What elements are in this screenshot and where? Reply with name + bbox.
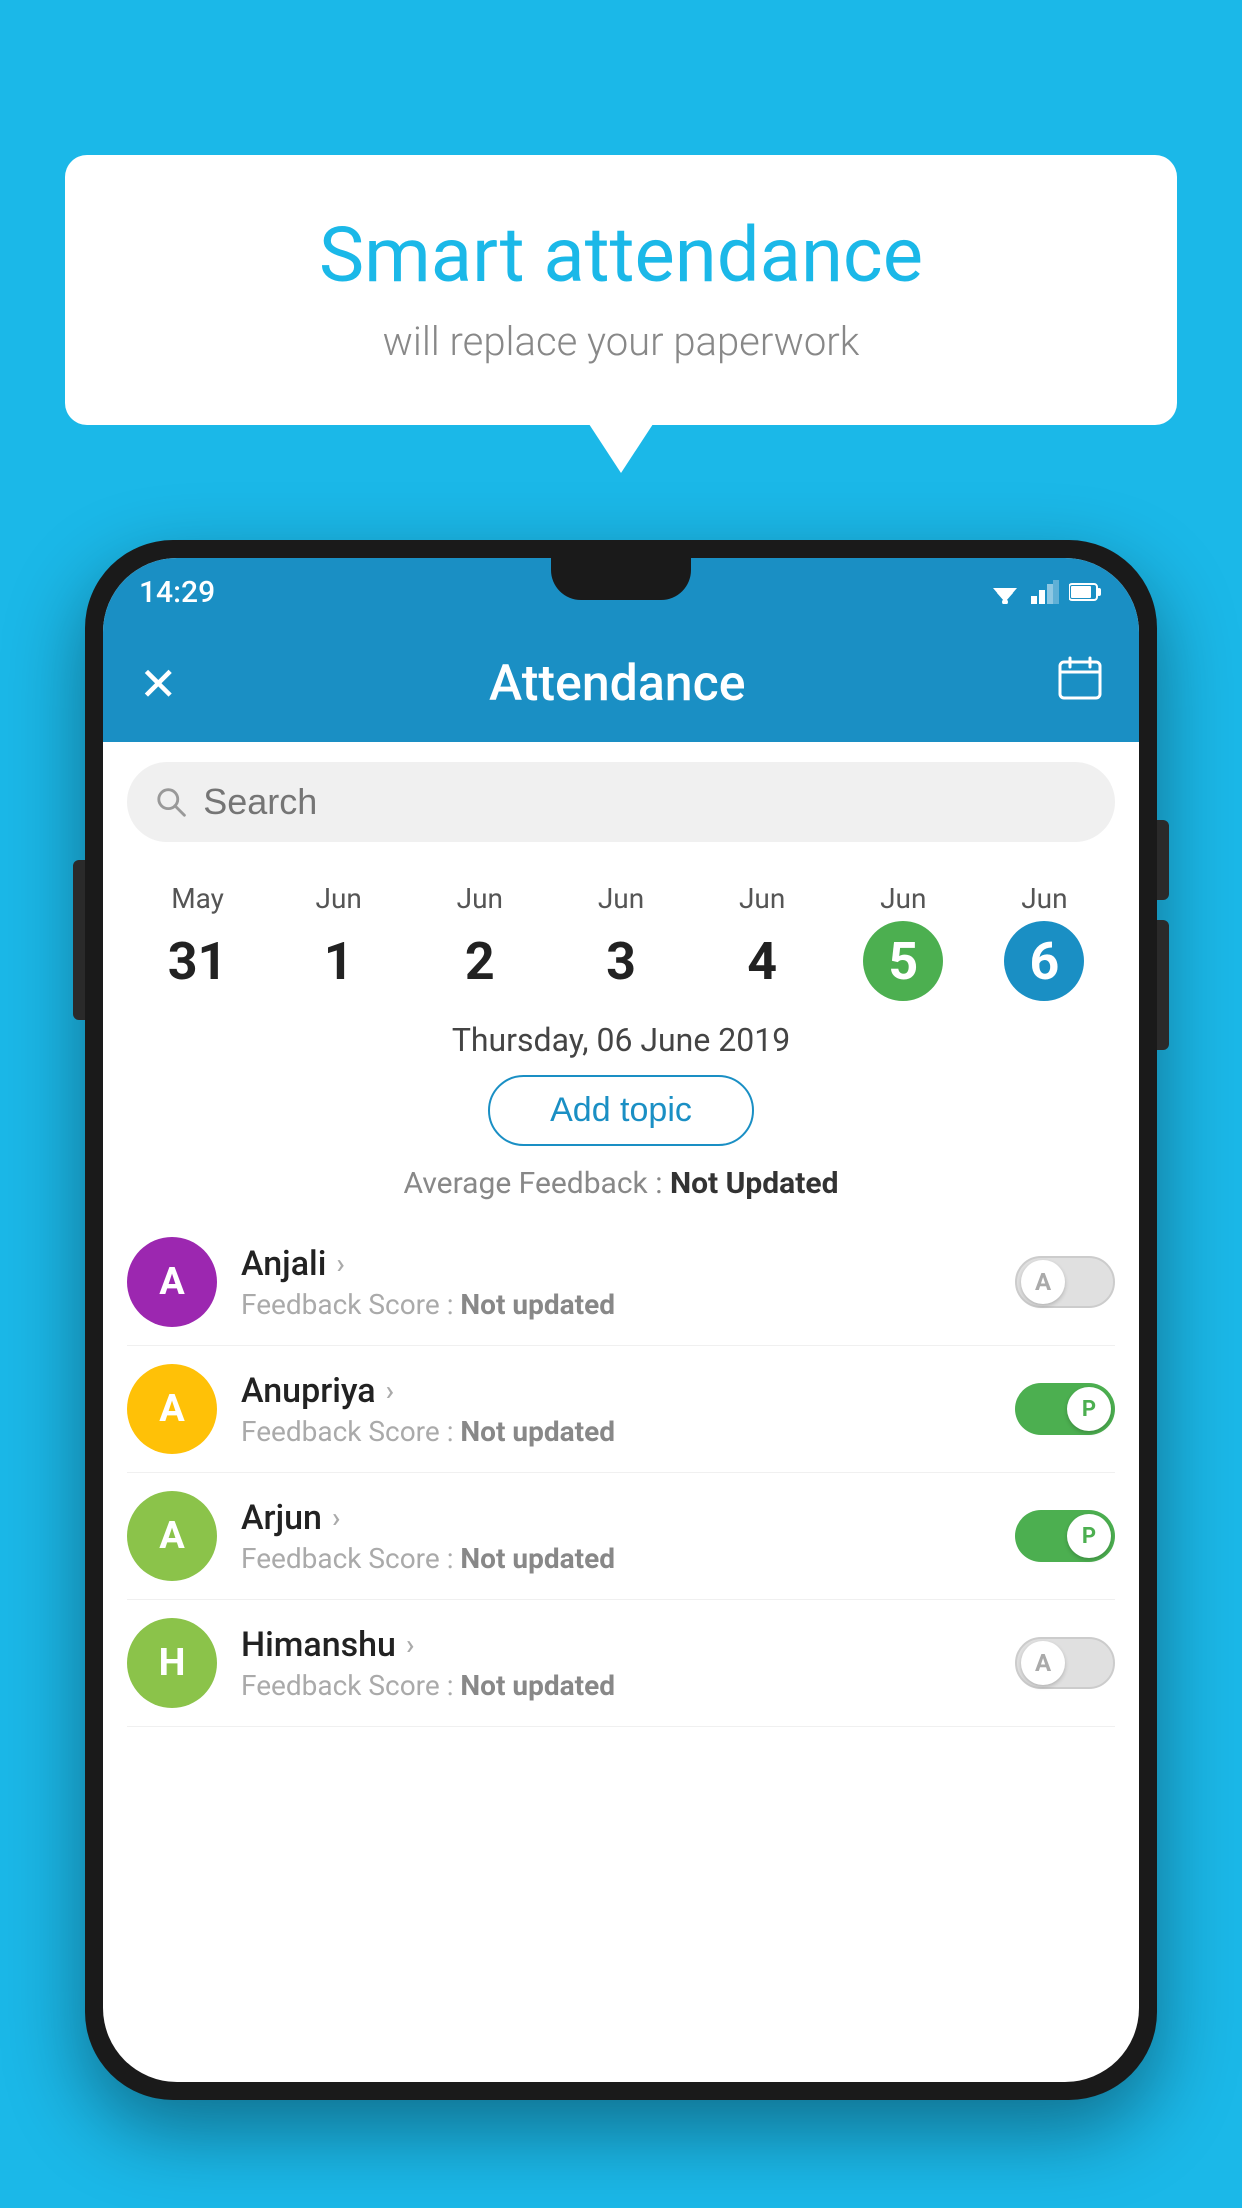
calendar-day[interactable]: May 31 bbox=[127, 882, 268, 1001]
phone-container: 14:29 bbox=[85, 540, 1157, 2208]
chevron-right-icon: › bbox=[336, 1247, 344, 1280]
bubble-title: Smart attendance bbox=[125, 210, 1117, 300]
phone-notch bbox=[551, 558, 691, 600]
status-time: 14:29 bbox=[139, 575, 215, 610]
student-info: Anjali › Feedback Score : Not updated bbox=[241, 1244, 1015, 1321]
student-info: Himanshu › Feedback Score : Not updated bbox=[241, 1625, 1015, 1702]
phone-screen: 14:29 bbox=[103, 558, 1139, 2082]
calendar-day[interactable]: Jun 4 bbox=[692, 882, 833, 1001]
toggle-thumb: P bbox=[1067, 1387, 1111, 1431]
calendar-date-number: 6 bbox=[1004, 921, 1084, 1001]
student-info: Anupriya › Feedback Score : Not updated bbox=[241, 1371, 1015, 1448]
wifi-icon bbox=[989, 580, 1021, 604]
student-name: Anupriya › bbox=[241, 1371, 1015, 1411]
student-item[interactable]: A Arjun › Feedback Score : Not updated P bbox=[127, 1473, 1115, 1600]
calendar-button[interactable] bbox=[1057, 655, 1103, 713]
toggle-thumb: A bbox=[1021, 1641, 1065, 1685]
toggle-thumb: P bbox=[1067, 1514, 1111, 1558]
bubble-subtitle: will replace your paperwork bbox=[125, 318, 1117, 365]
avg-feedback: Average Feedback : Not Updated bbox=[103, 1166, 1139, 1201]
search-bar[interactable] bbox=[127, 762, 1115, 842]
date-label: Thursday, 06 June 2019 bbox=[103, 1021, 1139, 1059]
avatar: A bbox=[127, 1237, 217, 1327]
search-input[interactable] bbox=[203, 781, 1087, 823]
calendar-date-number: 5 bbox=[863, 921, 943, 1001]
speech-bubble: Smart attendance will replace your paper… bbox=[65, 155, 1177, 425]
attendance-toggle[interactable]: P bbox=[1015, 1383, 1115, 1435]
calendar-day[interactable]: Jun 5 bbox=[833, 882, 974, 1001]
signal-icon bbox=[1031, 580, 1059, 604]
phone-volume-down-button bbox=[1157, 920, 1169, 1050]
app-bar-title: Attendance bbox=[178, 655, 1057, 713]
phone-power-button bbox=[73, 860, 85, 1020]
chevron-right-icon: › bbox=[386, 1374, 394, 1407]
student-item[interactable]: AAnjali ›Feedback Score : Not updatedA bbox=[127, 1219, 1115, 1346]
student-name: Anjali › bbox=[241, 1244, 1015, 1284]
calendar-date-number: 31 bbox=[158, 921, 238, 1001]
calendar-month-label: Jun bbox=[974, 882, 1115, 915]
calendar-day[interactable]: Jun 3 bbox=[550, 882, 691, 1001]
app-bar: ✕ Attendance bbox=[103, 626, 1139, 742]
attendance-toggle[interactable]: A bbox=[1015, 1637, 1115, 1689]
avatar: A bbox=[127, 1491, 217, 1581]
chevron-right-icon: › bbox=[406, 1628, 414, 1661]
calendar-month-label: Jun bbox=[692, 882, 833, 915]
calendar-month-label: Jun bbox=[833, 882, 974, 915]
calendar-month-label: May bbox=[127, 882, 268, 915]
student-name: Arjun › bbox=[241, 1498, 1015, 1538]
student-info: Arjun › Feedback Score : Not updated bbox=[241, 1498, 1015, 1575]
attendance-toggle[interactable]: P bbox=[1015, 1510, 1115, 1562]
calendar-row: May 31 Jun 1 Jun 2 Jun 3 Jun 4 Jun 5 Jun 6 bbox=[103, 862, 1139, 1001]
avatar: H bbox=[127, 1618, 217, 1708]
avatar: A bbox=[127, 1364, 217, 1454]
battery-icon bbox=[1069, 582, 1103, 602]
calendar-date-number: 2 bbox=[440, 921, 520, 1001]
student-name: Himanshu › bbox=[241, 1625, 1015, 1665]
calendar-month-label: Jun bbox=[409, 882, 550, 915]
calendar-date-number: 1 bbox=[299, 921, 379, 1001]
toggle-thumb: A bbox=[1021, 1260, 1065, 1304]
calendar-day[interactable]: Jun 1 bbox=[268, 882, 409, 1001]
student-item[interactable]: A Anupriya › Feedback Score : Not updated P bbox=[127, 1346, 1115, 1473]
calendar-day[interactable]: Jun 2 bbox=[409, 882, 550, 1001]
calendar-day[interactable]: Jun 6 bbox=[974, 882, 1115, 1001]
chevron-right-icon: › bbox=[332, 1501, 340, 1534]
student-list: AAnjali ›Feedback Score : Not updatedAAA… bbox=[103, 1219, 1139, 1727]
speech-bubble-container: Smart attendance will replace your paper… bbox=[65, 155, 1177, 425]
status-icons bbox=[989, 580, 1103, 604]
close-button[interactable]: ✕ bbox=[139, 657, 178, 712]
calendar-date-number: 4 bbox=[722, 921, 802, 1001]
feedback-score: Feedback Score : Not updated bbox=[241, 1415, 1015, 1448]
phone-volume-up-button bbox=[1157, 820, 1169, 900]
feedback-score: Feedback Score : Not updated bbox=[241, 1542, 1015, 1575]
add-topic-button[interactable]: Add topic bbox=[488, 1075, 754, 1146]
student-item[interactable]: H Himanshu › Feedback Score : Not updatedA bbox=[127, 1600, 1115, 1727]
feedback-score: Feedback Score : Not updated bbox=[241, 1669, 1015, 1702]
calendar-month-label: Jun bbox=[268, 882, 409, 915]
attendance-toggle[interactable]: A bbox=[1015, 1256, 1115, 1308]
calendar-month-label: Jun bbox=[550, 882, 691, 915]
avg-feedback-label: Average Feedback : bbox=[404, 1166, 663, 1201]
feedback-score: Feedback Score : Not updated bbox=[241, 1288, 1015, 1321]
search-icon bbox=[155, 785, 187, 819]
calendar-date-number: 3 bbox=[581, 921, 661, 1001]
avg-feedback-value: Not Updated bbox=[670, 1166, 839, 1201]
phone-outer: 14:29 bbox=[85, 540, 1157, 2100]
